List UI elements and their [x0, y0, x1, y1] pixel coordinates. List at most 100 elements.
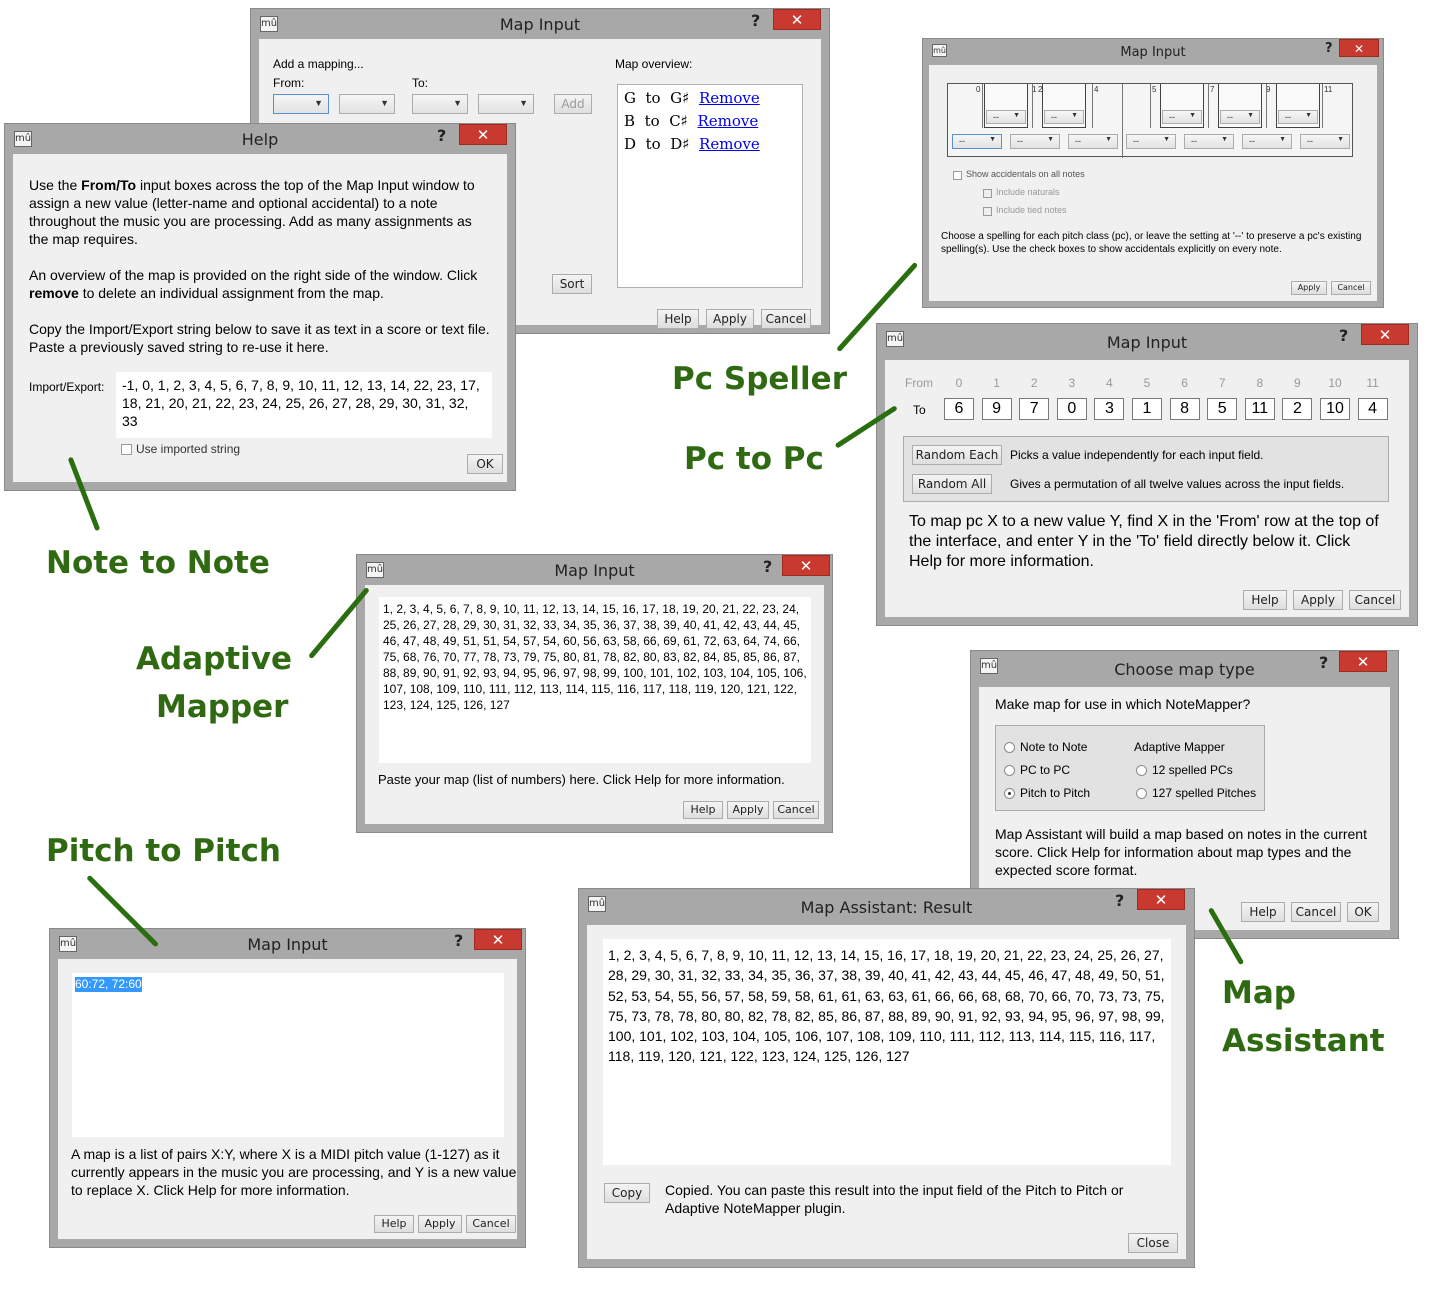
to-field-4[interactable]: 3 — [1094, 398, 1125, 420]
help-icon[interactable]: ? — [1339, 326, 1348, 345]
twelve-spelled-radio[interactable] — [1136, 765, 1147, 776]
include-tied-checkbox[interactable] — [983, 207, 992, 216]
pitch-to-pitch-radio[interactable] — [1004, 788, 1015, 799]
sharp-spelling-select[interactable]: -- ▼ — [1278, 110, 1318, 124]
pc-to-pc-radio[interactable] — [1004, 765, 1015, 776]
apply-button[interactable]: Apply — [727, 801, 769, 819]
to-field-5[interactable]: 1 — [1132, 398, 1162, 420]
include-naturals-checkbox[interactable] — [983, 189, 992, 198]
cancel-button[interactable]: Cancel — [773, 801, 819, 819]
title-bar: mû Map Input ? ✕ — [251, 9, 829, 39]
natural-spelling-select[interactable]: -- ▼ — [1242, 134, 1292, 149]
map-text-area[interactable]: 1, 2, 3, 4, 5, 6, 7, 8, 9, 10, 11, 12, 1… — [379, 597, 811, 763]
natural-spelling-select[interactable]: -- ▼ — [1300, 134, 1350, 149]
spelled-pitches-radio[interactable] — [1136, 788, 1147, 799]
help-button[interactable]: Help — [683, 801, 723, 819]
close-icon[interactable]: ✕ — [1339, 651, 1387, 672]
close-icon[interactable]: ✕ — [773, 9, 821, 30]
close-icon[interactable]: ✕ — [459, 124, 507, 145]
help-icon[interactable]: ? — [437, 126, 446, 145]
close-icon[interactable]: ✕ — [1339, 39, 1379, 57]
pitch-class-keyboard: 01234567891011--▼--▼--▼--▼--▼--▼--▼--▼--… — [947, 83, 1353, 158]
help-icon[interactable]: ? — [1115, 891, 1124, 910]
sharp-spelling-select[interactable]: -- ▼ — [1220, 110, 1260, 124]
remove-link[interactable]: Remove — [699, 135, 760, 153]
from-accidental-select[interactable]: ▼ — [339, 94, 395, 114]
import-export-field[interactable]: -1, 0, 1, 2, 3, 4, 5, 6, 7, 8, 9, 10, 11… — [116, 372, 492, 438]
random-all-button[interactable]: Random All — [912, 474, 992, 494]
to-field-9[interactable]: 2 — [1282, 398, 1313, 420]
ok-button[interactable]: OK — [1347, 902, 1379, 922]
help-button[interactable]: Help — [657, 309, 699, 329]
add-button[interactable]: Add — [554, 94, 592, 114]
natural-spelling-select[interactable]: -- ▼ — [1068, 134, 1118, 149]
apply-button[interactable]: Apply — [706, 309, 754, 329]
to-letter-select[interactable]: ▼ — [412, 94, 468, 114]
from-letter-select[interactable]: ▼ — [273, 94, 329, 114]
to-field-10[interactable]: 10 — [1320, 398, 1350, 420]
help-icon[interactable]: ? — [1319, 653, 1328, 672]
window-body: 01234567891011--▼--▼--▼--▼--▼--▼--▼--▼--… — [929, 65, 1377, 301]
from-value-4: 4 — [1106, 376, 1113, 390]
close-icon[interactable]: ✕ — [1137, 889, 1185, 910]
random-each-button[interactable]: Random Each — [912, 445, 1002, 465]
paste-hint: Paste your map (list of numbers) here. C… — [378, 772, 785, 787]
note-to-note-radio[interactable] — [1004, 742, 1015, 753]
title-bar: mû Map Input ? ✕ — [877, 324, 1417, 354]
sharp-spelling-select[interactable]: -- ▼ — [1044, 110, 1084, 124]
mapping-from: B — [624, 112, 636, 130]
help-button[interactable]: Help — [374, 1215, 414, 1233]
natural-spelling-select[interactable]: -- ▼ — [1126, 134, 1176, 149]
apply-button[interactable]: Apply — [418, 1215, 462, 1233]
cancel-button[interactable]: Cancel — [1349, 590, 1401, 610]
adaptive-mapper-heading: Adaptive Mapper — [1134, 740, 1225, 754]
natural-spelling-select[interactable]: -- ▼ — [1184, 134, 1234, 149]
apply-button[interactable]: Apply — [1291, 281, 1327, 295]
from-value-5: 5 — [1143, 376, 1151, 390]
result-text-area[interactable]: 1, 2, 3, 4, 5, 6, 7, 8, 9, 10, 11, 12, 1… — [603, 939, 1171, 1165]
help-icon[interactable]: ? — [1325, 41, 1333, 56]
add-mapping-heading: Add a mapping... — [273, 57, 364, 71]
pc-speller-window: mû Map Input ? ✕ 01234567891011--▼--▼--▼… — [922, 38, 1384, 308]
title-bar: mû Help ? ✕ — [5, 124, 515, 154]
window-title: Map Input — [554, 561, 635, 580]
sharp-spelling-select[interactable]: -- ▼ — [986, 110, 1026, 124]
help-button[interactable]: Help — [1243, 590, 1287, 610]
show-accidentals-checkbox[interactable] — [953, 171, 962, 180]
help-icon[interactable]: ? — [763, 557, 772, 576]
to-field-3[interactable]: 0 — [1056, 398, 1087, 420]
remove-link[interactable]: Remove — [699, 89, 760, 107]
apply-button[interactable]: Apply — [1293, 590, 1343, 610]
natural-spelling-select[interactable]: -- ▼ — [1010, 134, 1060, 149]
help-icon[interactable]: ? — [454, 931, 463, 950]
copy-button[interactable]: Copy — [604, 1183, 650, 1203]
map-assistant-result-window: mû Map Assistant: Result ? ✕ 1, 2, 3, 4,… — [578, 888, 1195, 1268]
cancel-button[interactable]: Cancel — [466, 1215, 516, 1233]
sort-button[interactable]: Sort — [552, 274, 592, 294]
to-field-7[interactable]: 5 — [1207, 398, 1238, 420]
close-button[interactable]: Close — [1128, 1233, 1178, 1253]
to-field-2[interactable]: 7 — [1019, 398, 1050, 420]
to-accidental-select[interactable]: ▼ — [478, 94, 534, 114]
help-button[interactable]: Help — [1241, 902, 1285, 922]
close-icon[interactable]: ✕ — [474, 929, 522, 950]
cancel-button[interactable]: Cancel — [1331, 281, 1371, 295]
natural-spelling-select[interactable]: -- ▼ — [952, 134, 1002, 149]
title-bar: mû Map Input ? ✕ — [357, 555, 832, 585]
sharp-spelling-select[interactable]: -- ▼ — [1162, 110, 1202, 124]
help-icon[interactable]: ? — [751, 11, 760, 30]
to-field-6[interactable]: 8 — [1169, 398, 1200, 420]
cancel-button[interactable]: Cancel — [761, 309, 811, 329]
pc-number-7: 7 — [1210, 85, 1215, 94]
to-field-0[interactable]: 6 — [944, 398, 974, 420]
pitch-map-text-area[interactable]: 60:72, 72:60 — [72, 973, 504, 1137]
cancel-button[interactable]: Cancel — [1291, 902, 1341, 922]
remove-link[interactable]: Remove — [697, 112, 758, 130]
to-field-1[interactable]: 9 — [981, 398, 1012, 420]
close-icon[interactable]: ✕ — [782, 555, 830, 576]
ok-button[interactable]: OK — [467, 454, 503, 474]
to-field-8[interactable]: 11 — [1244, 398, 1275, 420]
to-field-11[interactable]: 4 — [1357, 398, 1388, 420]
close-icon[interactable]: ✕ — [1361, 324, 1409, 345]
use-imported-checkbox[interactable] — [121, 444, 132, 455]
